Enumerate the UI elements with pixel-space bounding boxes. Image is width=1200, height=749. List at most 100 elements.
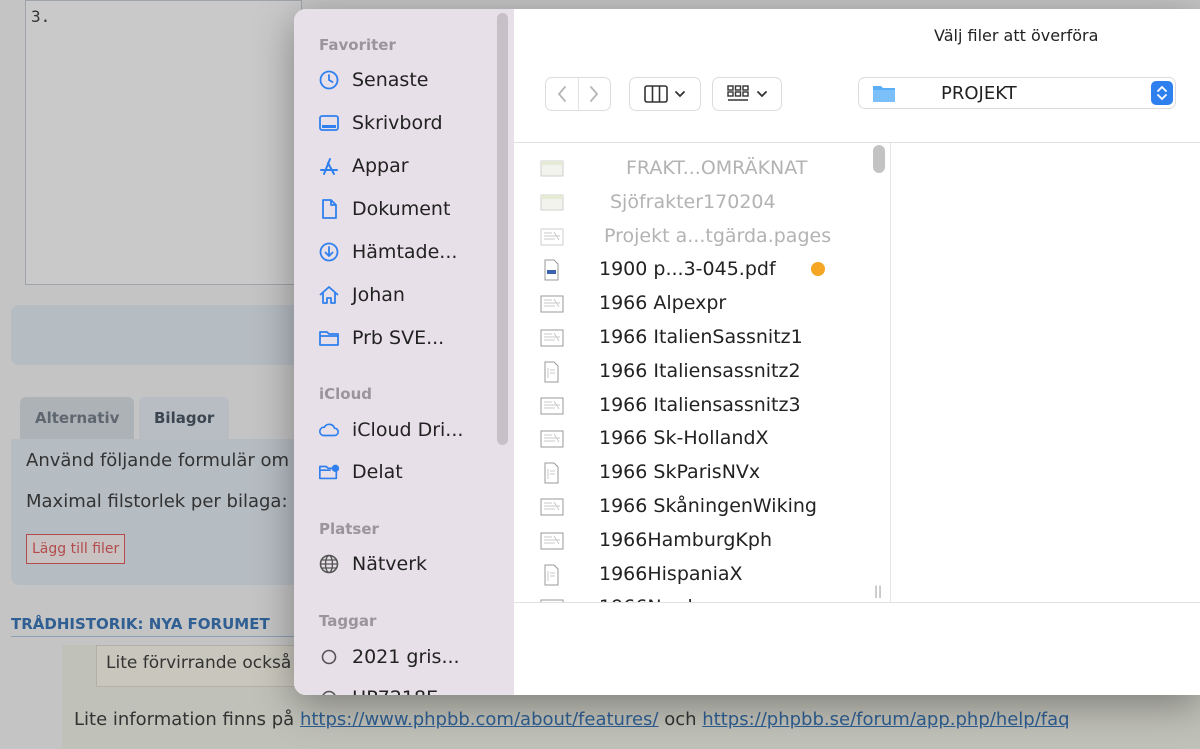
file-chooser-dialog: Favoriter Senaste Skrivbord Appar Dokume… (294, 9, 1200, 695)
location-popup[interactable]: PROJEKT (858, 77, 1176, 109)
desktop-icon (318, 112, 340, 134)
file-name: 1966 Alpexpr (599, 292, 727, 315)
sidebar-item-dokument[interactable]: Dokument (318, 194, 450, 224)
file-row[interactable]: 1966HamburgKph (514, 523, 868, 557)
download-icon (318, 241, 340, 263)
group-by-button[interactable] (712, 77, 782, 111)
sidebar-item-hamtade[interactable]: Hämtade... (318, 237, 457, 267)
file-row[interactable]: Sjöfrakter170204 (514, 185, 868, 219)
file-icon (540, 259, 562, 281)
sidebar-item-label: Appar (352, 155, 409, 177)
file-name: 1966HamburgKph (599, 528, 772, 551)
chevron-down-icon (675, 91, 685, 98)
file-name: Projekt a...tgärda.pages (604, 224, 832, 247)
file-icon (540, 428, 564, 448)
sidebar-scrollbar[interactable] (497, 13, 508, 445)
grid-group-icon (727, 85, 749, 101)
tab-bilagor[interactable]: Bilagor (139, 397, 230, 439)
toolbar-panel (11, 305, 311, 365)
folder-icon (873, 86, 895, 102)
textarea-text: 3. (31, 7, 51, 26)
file-icon (540, 226, 564, 246)
sidebar-item-label: Hämtade... (352, 241, 458, 263)
chevron-right-icon (590, 86, 599, 102)
sidebar-item-label: Prb SVE... (352, 327, 445, 349)
file-row[interactable]: 1966 ItalienSassnitz1 (514, 320, 868, 354)
file-row[interactable]: 1900 p...3-045.pdf (514, 252, 868, 286)
file-row[interactable]: 1966 Sk-HollandX (514, 421, 868, 455)
sidebar-item-tag-hp[interactable]: HP7218E... (318, 683, 456, 695)
file-name: 1966 SkParisNVx (599, 461, 761, 484)
file-icon (540, 192, 564, 212)
file-icon (540, 158, 564, 178)
back-button[interactable] (546, 78, 579, 110)
sidebar-item-label: Dokument (352, 198, 451, 220)
home-icon (318, 284, 340, 306)
location-stepper[interactable] (1151, 81, 1173, 105)
tag-dot (811, 262, 825, 277)
file-icon (540, 361, 562, 383)
sidebar-item-label: Delat (352, 461, 403, 483)
column-resize-handle[interactable]: || (874, 584, 882, 598)
sidebar-item-tag-2021[interactable]: 2021 gris... (318, 642, 460, 672)
file-list-scrollbar[interactable] (872, 145, 886, 175)
sidebar-item-prb-sve[interactable]: Prb SVE... (318, 323, 444, 353)
location-label: PROJEKT (941, 83, 1017, 104)
sidebar-item-senaste[interactable]: Senaste (318, 65, 428, 95)
thread-history-heading: TRÅDHISTORIK: NYA FORUMET (11, 615, 270, 633)
sidebar-item-johan[interactable]: Johan (318, 280, 405, 310)
folder-icon (318, 327, 340, 349)
dialog-title: Välj filer att överföra (934, 26, 1099, 45)
sidebar-item-label: Nätverk (352, 553, 428, 575)
file-name: 1966 Italiensassnitz3 (599, 393, 801, 416)
file-name: 1966 SkåningenWiking (599, 495, 817, 517)
file-name: 1966HispaniaX (599, 562, 743, 585)
view-mode-button[interactable] (629, 77, 701, 111)
message-textarea[interactable]: 3. (25, 0, 302, 285)
forward-button[interactable] (579, 78, 611, 110)
file-row[interactable]: Projekt a...tgärda.pages (514, 219, 868, 253)
info-line: Lite information finns på https://www.ph… (74, 709, 1070, 730)
tab-alternativ[interactable]: Alternativ (20, 397, 135, 439)
file-name: 1966 ItalienSassnitz1 (599, 326, 803, 348)
file-name: 1966 Italiensassnitz2 (599, 359, 801, 382)
sidebar-item-natverk[interactable]: Nätverk (318, 549, 427, 579)
file-row[interactable]: 1966 SkParisNVx (514, 455, 868, 489)
sidebar-item-label: HP7218E... (352, 687, 456, 695)
divider (11, 636, 311, 637)
info-text: Lite information finns på (74, 709, 295, 730)
file-row[interactable]: 1966 SkåningenWiking (514, 489, 868, 523)
columns-view-icon (644, 85, 668, 103)
file-name: FRAKT...OMRÄKNAT (626, 157, 808, 179)
sidebar-item-label: 2021 gris... (352, 646, 460, 668)
file-row[interactable]: FRAKT...OMRÄKNAT (514, 151, 868, 185)
file-icon (540, 530, 564, 550)
add-files-button[interactable]: Lägg till filer (26, 534, 126, 564)
section-platser: Platser (319, 520, 379, 538)
section-taggar: Taggar (319, 612, 377, 630)
sidebar: Favoriter Senaste Skrivbord Appar Dokume… (294, 9, 514, 695)
sidebar-item-appar[interactable]: Appar (318, 151, 409, 181)
sidebar-item-skrivbord[interactable]: Skrivbord (318, 108, 443, 138)
file-name: 1966 Sk-HollandX (599, 427, 769, 450)
cloud-icon (318, 419, 340, 441)
file-name: 1900 p...3-045.pdf (599, 258, 776, 281)
file-row[interactable]: 1966 Alpexpr (514, 286, 868, 320)
file-row[interactable]: 1966 Italiensassnitz2 (514, 354, 868, 388)
main-pane: Välj filer att överföra PROJEKT FRAKT...… (514, 9, 1200, 695)
document-icon (318, 198, 340, 220)
file-icon (540, 293, 564, 313)
file-icon (540, 496, 564, 516)
sidebar-item-label: iCloud Dri... (352, 419, 464, 441)
sidebar-item-icloud-drive[interactable]: iCloud Dri... (318, 415, 463, 445)
file-row[interactable]: 1966HispaniaX (514, 557, 868, 591)
attachments-help-text: Använd följande formulär om (26, 450, 290, 471)
file-icon (540, 327, 564, 347)
nav-buttons (545, 77, 611, 111)
phpbb-faq-link[interactable]: https://phpbb.se/forum/app.php/help/faq (702, 709, 1069, 730)
file-icon (540, 462, 562, 484)
phpbb-features-link[interactable]: https://www.phpbb.com/about/features/ (300, 709, 659, 730)
file-name: Sjöfrakter170204 (610, 190, 776, 213)
file-row[interactable]: 1966 Italiensassnitz3 (514, 388, 868, 422)
sidebar-item-delat[interactable]: Delat (318, 457, 403, 487)
